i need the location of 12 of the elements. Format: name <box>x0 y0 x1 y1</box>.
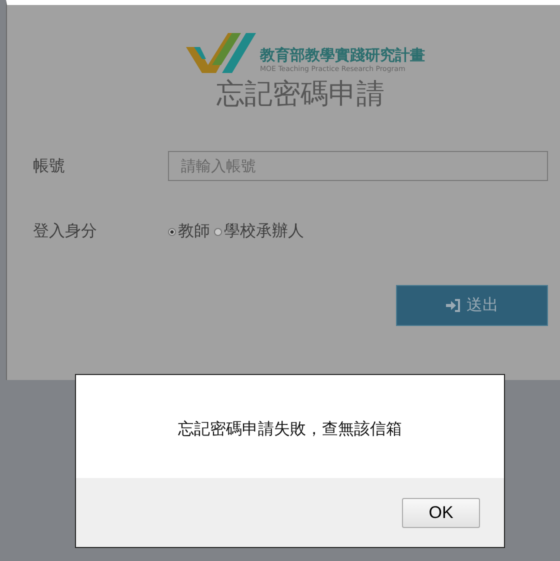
field-label: 帳號 <box>33 156 66 176</box>
role-radio[interactable]: 學校承辦人 <box>214 221 304 242</box>
page-title: 忘記密碼申請 <box>216 76 386 112</box>
submit-button[interactable]: 送出 <box>396 285 548 326</box>
sign-in-icon <box>446 299 460 312</box>
account-input[interactable]: 請輸入帳號 <box>168 151 548 181</box>
field-label: 登入身分 <box>33 221 98 242</box>
logo-icon <box>186 33 256 73</box>
alert-message: 忘記密碼申請失敗，查無該信箱 <box>177 418 403 440</box>
logo-title: 教育部教學實踐研究計畫 <box>260 46 425 65</box>
ok-button[interactable]: OK <box>402 498 480 528</box>
role-radio[interactable]: 教師 <box>168 221 210 242</box>
